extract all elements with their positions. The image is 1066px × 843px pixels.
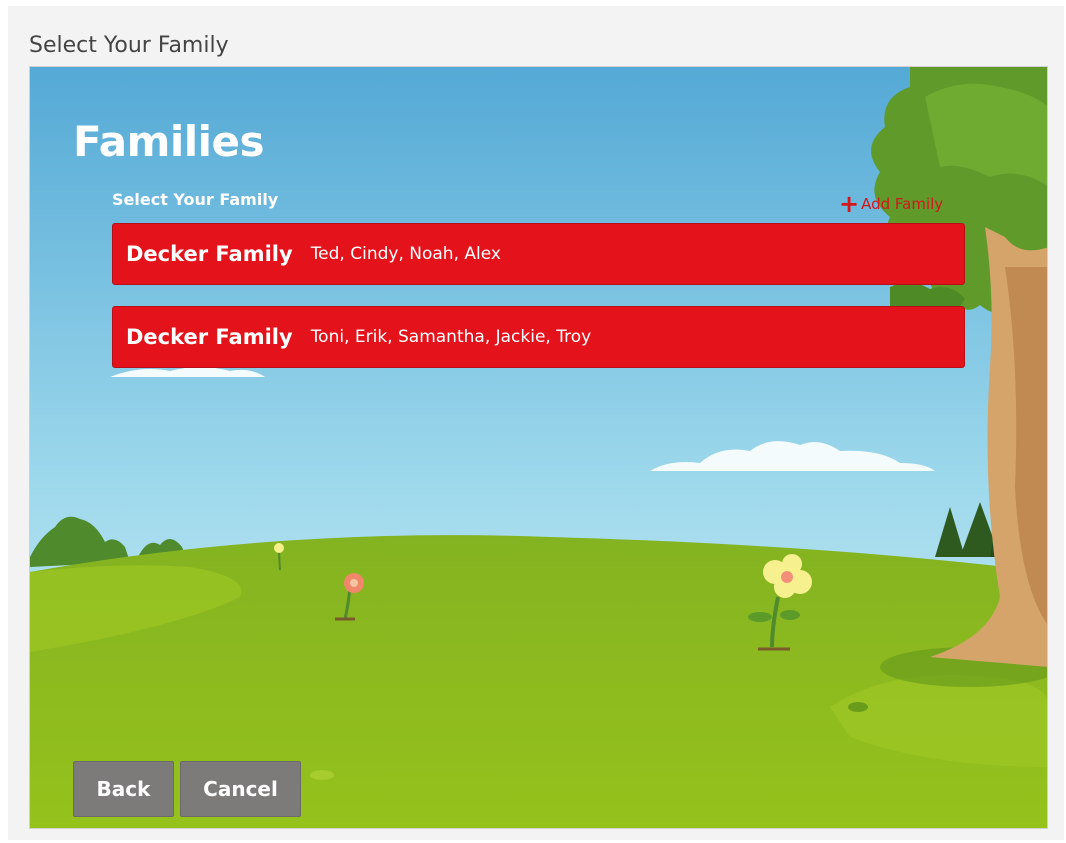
back-button[interactable]: Back — [73, 761, 174, 817]
family-button[interactable]: Decker Family Toni, Erik, Samantha, Jack… — [112, 306, 965, 368]
family-button[interactable]: Decker Family Ted, Cindy, Noah, Alex — [112, 223, 965, 285]
family-members: Toni, Erik, Samantha, Jackie, Troy — [310, 327, 592, 347]
family-name: Decker Family — [126, 242, 293, 266]
plus-icon: + — [839, 190, 860, 218]
checkin-scene: Families Select Your Family + Add Family… — [29, 66, 1048, 829]
add-family-link[interactable]: + Add Family — [839, 190, 944, 218]
landscape-background — [30, 67, 1047, 828]
family-members: Ted, Cindy, Noah, Alex — [310, 244, 501, 264]
add-family-label: Add Family — [861, 195, 944, 213]
cancel-button[interactable]: Cancel — [180, 761, 301, 817]
section-subtitle: Select Your Family — [112, 190, 279, 209]
page-caption: Select Your Family — [29, 33, 229, 58]
family-name: Decker Family — [126, 325, 293, 349]
page-title: Families — [73, 117, 265, 166]
